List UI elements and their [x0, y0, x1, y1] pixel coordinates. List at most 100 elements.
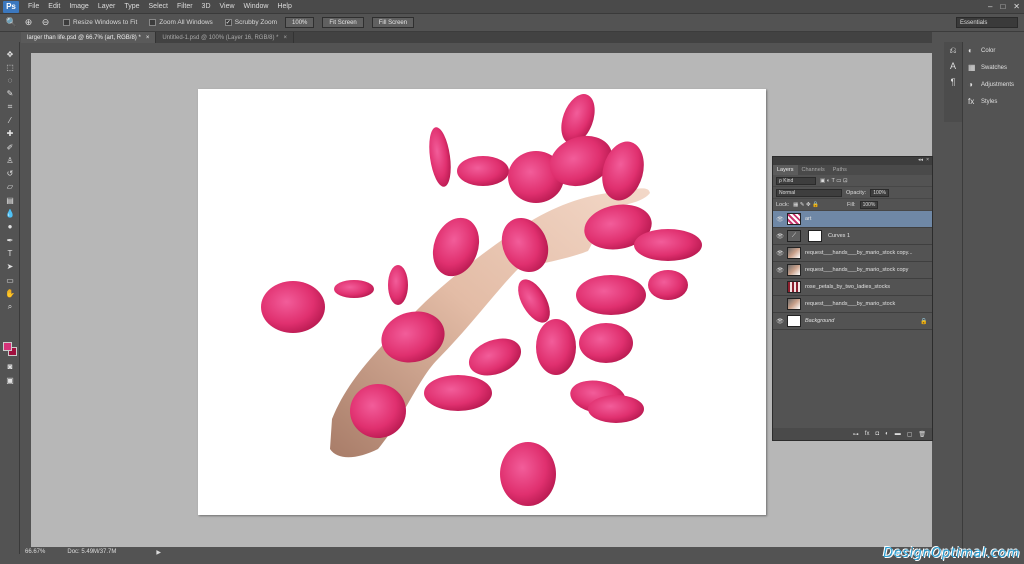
filter-icons[interactable]: ▣ ◐ T ▭ ⊡	[820, 178, 848, 184]
fit-screen-button[interactable]: Fit Screen	[322, 17, 364, 28]
path-select-icon[interactable]: ➤	[3, 261, 17, 273]
tab-channels[interactable]: Channels	[798, 165, 829, 175]
history-panel-icon[interactable]: ⎌	[944, 42, 962, 58]
zoom-100-button[interactable]: 100%	[285, 17, 315, 28]
close-icon[interactable]: ×	[146, 35, 150, 41]
panel-swatches[interactable]: ▦ Swatches	[963, 59, 1024, 76]
menu-type[interactable]: Type	[124, 3, 139, 10]
eyedropper-tool-icon[interactable]: ⁄	[3, 114, 17, 126]
eye-icon[interactable]: 👁	[773, 216, 787, 223]
layer-hands-copy-2[interactable]: 👁 request___hands___by_mario_stock copy.…	[773, 245, 932, 262]
zoom-all-windows-checkbox[interactable]: Zoom All Windows	[149, 19, 213, 26]
petal	[648, 270, 688, 300]
tools-panel: ✥ ⬚ ◌ ✎ ⌗ ⁄ ✚ ✐ ♙ ↺ ▱ ▤ 💧 ● ✒ T ➤ ▭ ✋ ⌕ …	[0, 42, 20, 554]
filter-row: ρ Kind ▣ ◐ T ▭ ⊡	[773, 175, 932, 187]
clone-stamp-icon[interactable]: ♙	[3, 154, 17, 166]
tab-active-document[interactable]: larger than life.psd @ 66.7% (art, RGB/8…	[21, 32, 157, 43]
petal	[468, 338, 522, 376]
shape-tool-icon[interactable]: ▭	[3, 274, 17, 286]
panel-color[interactable]: ◐ Color	[963, 42, 1024, 59]
zoom-in-icon[interactable]: ⊕	[23, 17, 34, 28]
zoom-level[interactable]: 66.67%	[25, 549, 45, 555]
close-icon[interactable]: ×	[926, 157, 929, 165]
resize-windows-checkbox[interactable]: Resize Windows to Fit	[63, 19, 137, 26]
status-arrow-icon[interactable]: ▶	[156, 549, 161, 556]
layer-curves[interactable]: 👁 ⟋ Curves 1	[773, 228, 932, 245]
type-tool-icon[interactable]: T	[3, 247, 17, 259]
layers-panel: ◂◂ × Layers Channels Paths ρ Kind ▣ ◐ T …	[772, 156, 933, 441]
menu-window[interactable]: Window	[244, 3, 269, 10]
eye-icon[interactable]: 👁	[773, 267, 787, 274]
close-icon[interactable]: ×	[283, 35, 287, 41]
zoom-out-icon[interactable]: ⊖	[40, 17, 51, 28]
layer-hands[interactable]: request___hands___by_mario_stock	[773, 296, 932, 313]
screen-mode-icon[interactable]: ▣	[3, 374, 17, 386]
layer-background[interactable]: 👁 Background 🔒	[773, 313, 932, 330]
tab-untitled-document[interactable]: Untitled-1.psd @ 100% (Layer 16, RGB/8) …	[156, 32, 294, 43]
folder-icon[interactable]: ▬	[895, 431, 901, 437]
document-canvas[interactable]	[198, 89, 766, 515]
zoom-tool-icon[interactable]: 🔍	[6, 17, 17, 28]
workspace-select[interactable]: Essentials	[956, 17, 1018, 28]
quick-mask-icon[interactable]: ◙	[3, 360, 17, 372]
layer-rose-petals[interactable]: rose_petals_by_two_ladies_stocks	[773, 279, 932, 296]
close-button[interactable]: ✕	[1013, 2, 1020, 11]
crop-tool-icon[interactable]: ⌗	[3, 101, 17, 113]
lasso-tool-icon[interactable]: ◌	[3, 75, 17, 87]
fill-screen-button[interactable]: Fill Screen	[371, 17, 415, 28]
quick-select-tool-icon[interactable]: ✎	[3, 88, 17, 100]
menu-3d[interactable]: 3D	[202, 3, 211, 10]
menu-image[interactable]: Image	[69, 3, 88, 10]
layer-art[interactable]: 👁 art	[773, 211, 932, 228]
fill-input[interactable]: 100%	[859, 200, 879, 209]
tab-paths[interactable]: Paths	[829, 165, 851, 175]
menu-help[interactable]: Help	[277, 3, 291, 10]
blur-tool-icon[interactable]: 💧	[3, 208, 17, 220]
checkbox-box[interactable]	[63, 19, 70, 26]
hand-tool-icon[interactable]: ✋	[3, 287, 17, 299]
checkbox-checked[interactable]: ✓	[224, 19, 232, 26]
kind-filter-select[interactable]: ρ Kind	[776, 176, 816, 185]
eye-icon[interactable]: 👁	[773, 250, 787, 257]
panel-styles[interactable]: fx Styles	[963, 93, 1024, 110]
lock-icons[interactable]: ▦ ✎ ✥ 🔒	[793, 202, 819, 208]
healing-brush-icon[interactable]: ✚	[3, 128, 17, 140]
menu-select[interactable]: Select	[149, 3, 168, 10]
eye-icon[interactable]: 👁	[773, 318, 787, 325]
scrubby-zoom-checkbox[interactable]: ✓ Scrubby Zoom	[224, 19, 277, 26]
dodge-tool-icon[interactable]: ●	[3, 221, 17, 233]
checkbox-box[interactable]	[149, 19, 157, 26]
menu-edit[interactable]: Edit	[48, 3, 60, 10]
layer-hands-copy[interactable]: 👁 request___hands___by_mario_stock copy	[773, 262, 932, 279]
new-layer-icon[interactable]: ▢	[907, 431, 913, 438]
opacity-input[interactable]: 100%	[870, 188, 889, 197]
move-tool-icon[interactable]: ✥	[3, 48, 17, 60]
menu-view[interactable]: View	[220, 3, 235, 10]
add-mask-icon[interactable]: ◘	[875, 431, 879, 437]
zoom-tool-icon[interactable]: ⌕	[3, 301, 17, 313]
panel-adjustments[interactable]: ◑ Adjustments	[963, 76, 1024, 93]
foreground-color-swatch[interactable]	[3, 342, 12, 351]
marquee-tool-icon[interactable]: ⬚	[3, 61, 17, 73]
eraser-tool-icon[interactable]: ▱	[3, 181, 17, 193]
link-icon[interactable]: ⊶	[853, 431, 859, 438]
menu-filter[interactable]: Filter	[177, 3, 193, 10]
petal	[579, 323, 633, 363]
tab-layers[interactable]: Layers	[773, 165, 798, 175]
history-brush-icon[interactable]: ↺	[3, 168, 17, 180]
paragraph-panel-icon[interactable]: ¶	[944, 74, 962, 90]
collapse-icon[interactable]: ◂◂	[918, 157, 923, 165]
character-panel-icon[interactable]: A	[944, 58, 962, 74]
gradient-tool-icon[interactable]: ▤	[3, 194, 17, 206]
adjustment-layer-icon[interactable]: ◐	[885, 431, 889, 437]
blend-mode-select[interactable]: Normal	[776, 188, 842, 197]
fx-icon[interactable]: fx	[865, 431, 870, 437]
trash-icon[interactable]: 🗑	[918, 431, 926, 438]
brush-tool-icon[interactable]: ✐	[3, 141, 17, 153]
maximize-button[interactable]: □	[1000, 2, 1005, 11]
menu-file[interactable]: File	[28, 3, 39, 10]
minimize-button[interactable]: –	[988, 2, 992, 11]
pen-tool-icon[interactable]: ✒	[3, 234, 17, 246]
menu-layer[interactable]: Layer	[98, 3, 116, 10]
eye-icon[interactable]: 👁	[773, 233, 787, 240]
